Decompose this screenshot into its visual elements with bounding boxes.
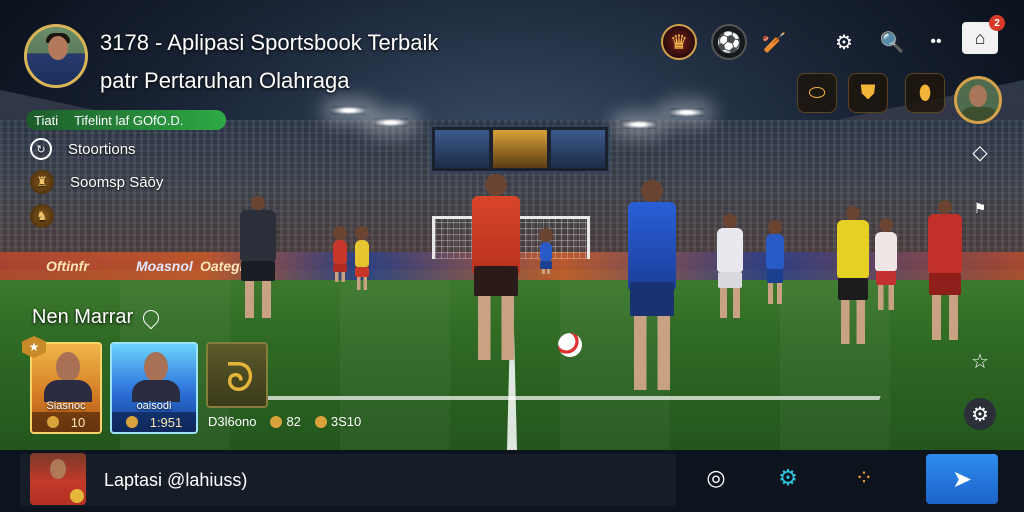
market-card[interactable]: Siasnoc 10 <box>30 342 102 434</box>
page-title: 3178 - Aplipasi Sportsbook Terbaik <box>100 30 439 55</box>
player-avatar[interactable] <box>954 76 1002 124</box>
player-defender-blue <box>612 180 692 390</box>
stat-label: D3l6ono <box>208 414 257 429</box>
coin-icon <box>270 416 283 428</box>
menu-item-stoortions[interactable]: ↻ Stoortions <box>30 138 136 160</box>
status-value: Tifelint laf GOfO.D. <box>74 112 184 128</box>
bottom-avatar[interactable] <box>30 453 86 505</box>
market-title: Nen Marrar <box>32 306 163 329</box>
page-subtitle: patr Pertaruhan Olahraga <box>100 68 350 93</box>
player-red <box>328 226 352 282</box>
menu-item-soomsp[interactable]: ♜ Soomsp Sāōy <box>30 170 163 194</box>
floodlight <box>330 106 368 115</box>
floodlight <box>620 120 658 129</box>
star-icon[interactable]: ☆ <box>966 347 994 375</box>
player-white-red <box>868 218 904 310</box>
card-value: 1:951 <box>149 414 183 430</box>
football-emblem-icon[interactable]: ⚽ <box>711 24 747 60</box>
ad-text: Oftinfr <box>46 258 89 274</box>
flag-icon[interactable]: ⚑ <box>966 194 994 222</box>
market-card[interactable]: ᘐ <box>206 342 268 408</box>
tag-icon[interactable]: ◇ <box>966 138 994 166</box>
rugby-emblem-icon[interactable]: ⬭ <box>797 73 837 113</box>
card-name: oaisodi <box>136 400 172 412</box>
gold-emblem-icon: ᘐ <box>226 356 255 400</box>
pitch-line <box>259 396 881 400</box>
badge-emblem-icon[interactable]: ⬮ <box>905 73 945 113</box>
stat-item: 82 <box>270 414 301 429</box>
stadium-scoreboard <box>430 125 610 173</box>
ad-text: Moasnol <box>136 258 193 274</box>
coin-icon <box>314 416 327 428</box>
settings-icon[interactable]: ⚙ <box>826 24 862 60</box>
search-icon[interactable]: 🔍 <box>874 24 910 60</box>
notification-badge: 2 <box>989 15 1005 31</box>
shield-icon: ♞ <box>30 204 54 228</box>
stat-item: 3S10 <box>314 414 361 429</box>
card-value: 10 <box>70 414 86 430</box>
notification-icon[interactable]: ⌂ 2 <box>962 15 1005 54</box>
trophy-icon: ♜ <box>30 170 54 194</box>
trophy-icon[interactable]: ♛ <box>661 24 697 60</box>
location-pin-icon <box>139 306 163 329</box>
player-white <box>708 214 752 318</box>
more-icon[interactable]: •• <box>918 24 954 60</box>
player-blue <box>536 228 556 274</box>
cricket-icon[interactable]: 🏏 <box>756 24 792 60</box>
player-yellow <box>350 226 374 290</box>
menu-item-label: Stoortions <box>68 140 136 158</box>
user-avatar[interactable] <box>24 24 88 88</box>
market-stats: D3l6ono 82 3S10 <box>208 414 361 429</box>
market-title-text: Nen Marrar <box>32 306 134 328</box>
menu-item-label: Soomsp Sāōy <box>70 173 164 191</box>
share-icon[interactable]: ◎ <box>700 462 732 494</box>
football <box>558 333 582 357</box>
refresh-icon: ↻ <box>30 138 52 160</box>
floodlight <box>668 108 706 117</box>
player-striker-red <box>456 174 536 360</box>
message-text: Laptasi @lahiuss) <box>104 470 248 490</box>
gear-icon[interactable]: ⚙ <box>772 462 804 494</box>
market-card[interactable]: oaisodi 1:951 <box>110 342 198 434</box>
status-bar: Tiati Tifelint laf GOfO.D. <box>26 110 226 130</box>
status-label: Tiati <box>34 112 59 128</box>
send-icon: ➤ <box>951 465 973 493</box>
card-name: Siasnoc <box>46 400 86 412</box>
gear-icon[interactable]: ⚙ <box>964 398 996 430</box>
coin-icon <box>46 416 59 428</box>
menu-item-shield[interactable]: ♞ <box>30 204 54 228</box>
coin-icon <box>125 416 138 428</box>
send-button[interactable]: ➤ <box>926 454 998 504</box>
floodlight <box>372 118 410 127</box>
player-blue <box>760 220 790 304</box>
player-dark <box>228 196 288 318</box>
shield-emblem-icon[interactable]: ⛊ <box>848 73 888 113</box>
dots-icon[interactable]: ⁘ <box>848 462 880 494</box>
